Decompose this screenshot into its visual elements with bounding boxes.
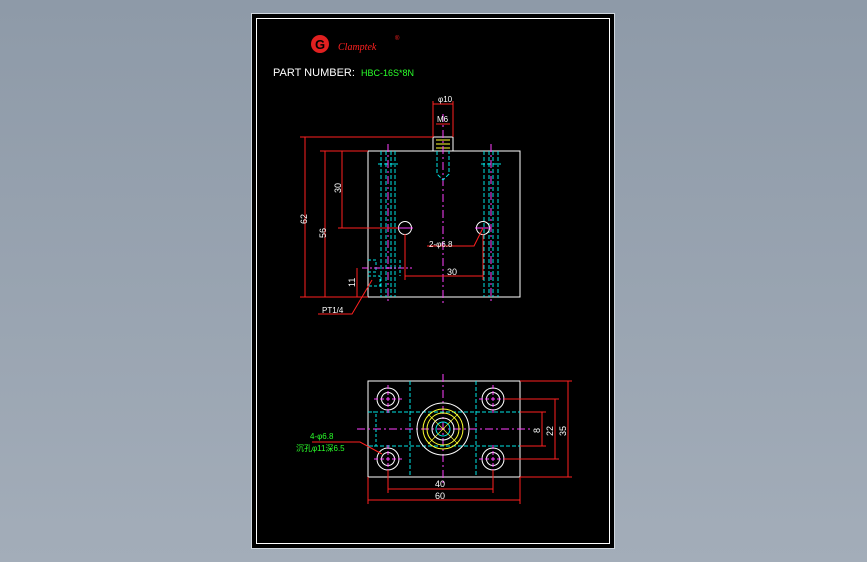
brand-logo: G Clamptek ® (311, 35, 400, 53)
dim-height-total: 62 (299, 214, 309, 224)
dim-height-lower: 11 (347, 278, 357, 287)
dim-width-inner: 40 (435, 479, 445, 489)
dim-holes-plan-line1: 4-φ6.8 (310, 432, 334, 441)
brand-registered-mark: ® (395, 35, 400, 42)
dim-hole-spacing: 30 (447, 267, 457, 277)
cad-drawing: G Clamptek ® PART NUMBER: HBC-16S*8N φ10… (273, 35, 572, 504)
front-view (300, 101, 521, 315)
dim-depth-a: 8 (532, 428, 542, 433)
dim-holes-front: 2-φ6.8 (429, 240, 453, 249)
drawing-sheet: G Clamptek ® PART NUMBER: HBC-16S*8N φ10… (251, 13, 615, 549)
dim-depth-c: 35 (558, 426, 568, 436)
dim-height-upper: 30 (333, 183, 343, 193)
logo-letter: G (315, 37, 325, 52)
dim-thread: M6 (437, 115, 449, 124)
brand-name: Clamptek (338, 42, 377, 53)
dim-port: PT1/4 (322, 306, 344, 315)
port-hidden (368, 259, 381, 287)
dim-depth-b: 22 (545, 426, 555, 436)
dim-width-total: 60 (435, 491, 445, 501)
part-number-label: PART NUMBER: (273, 67, 355, 79)
dim-holes-plan-line2: 沉孔φ11深6.5 (296, 444, 345, 453)
dim-height-inner: 56 (318, 228, 328, 238)
part-number-value: HBC-16S*8N (361, 68, 414, 78)
dim-top-dia: φ10 (438, 95, 453, 104)
